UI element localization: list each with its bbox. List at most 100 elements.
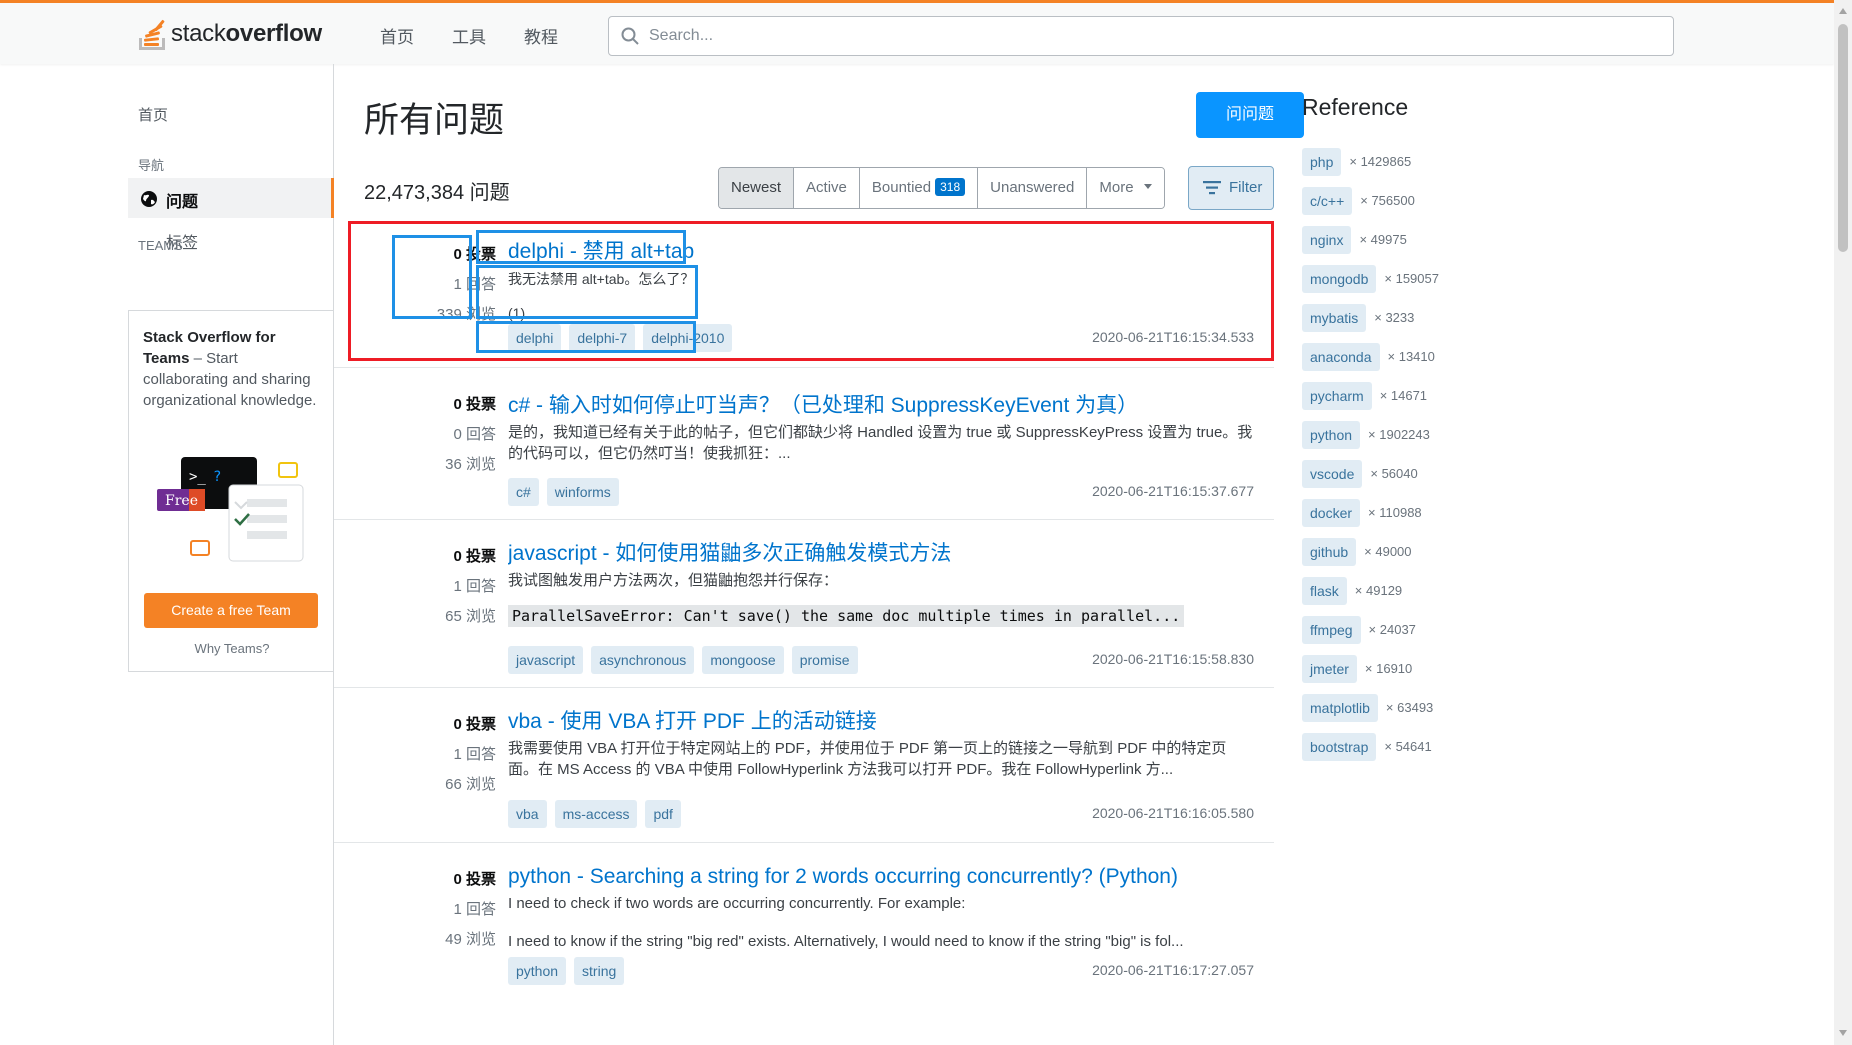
scroll-down-icon[interactable] bbox=[1839, 1030, 1847, 1036]
tag-delphi-2010[interactable]: delphi-2010 bbox=[643, 324, 733, 352]
search-icon bbox=[621, 27, 639, 45]
reference-tag[interactable]: mybatis bbox=[1302, 304, 1367, 332]
tag-count: × 13410 bbox=[1387, 349, 1435, 364]
tag-winforms[interactable]: winforms bbox=[546, 478, 619, 506]
stackoverflow-logo[interactable]: stackoverflow bbox=[137, 15, 322, 53]
question-title-link[interactable]: vba - 使用 VBA 打开 PDF 上的活动链接 bbox=[508, 708, 1254, 736]
question-summary: 0 投票 1 回答 66 浏览 vba - 使用 VBA 打开 PDF 上的活动… bbox=[334, 687, 1274, 842]
reference-tag[interactable]: nginx bbox=[1302, 226, 1352, 254]
tab-newest[interactable]: Newest bbox=[719, 168, 795, 208]
tag-javascript[interactable]: javascript bbox=[508, 646, 584, 674]
list-item: python × 1902243 bbox=[1302, 421, 1439, 460]
list-item: anaconda × 13410 bbox=[1302, 343, 1439, 382]
search-input[interactable] bbox=[649, 25, 1649, 47]
question-stats: 0 投票 1 回答 66 浏览 bbox=[414, 710, 496, 800]
reference-tag[interactable]: bootstrap bbox=[1302, 733, 1377, 761]
reference-tag[interactable]: jmeter bbox=[1302, 655, 1357, 683]
reference-tag[interactable]: pycharm bbox=[1302, 382, 1372, 410]
question-summary: 0 投票 1 回答 65 浏览 javascript - 如何使用猫鼬多次正确触… bbox=[334, 519, 1274, 687]
tag-delphi[interactable]: delphi bbox=[508, 324, 562, 352]
topnav-tools-link[interactable]: 工具 bbox=[452, 23, 486, 48]
reference-tag[interactable]: python bbox=[1302, 421, 1361, 449]
reference-tag[interactable]: matplotlib bbox=[1302, 694, 1378, 722]
view-count: 339 浏览 bbox=[436, 306, 496, 323]
tag-count: × 56040 bbox=[1370, 466, 1418, 481]
tag-mongoose[interactable]: mongoose bbox=[702, 646, 784, 674]
scrollbar-thumb[interactable] bbox=[1838, 24, 1848, 252]
globe-icon bbox=[141, 191, 157, 207]
sidebar-item-questions[interactable]: 问题 bbox=[128, 178, 334, 218]
tag-ms-access[interactable]: ms-access bbox=[554, 800, 638, 828]
list-item: mybatis × 3233 bbox=[1302, 304, 1439, 343]
question-title-link[interactable]: delphi - 禁用 alt+tab bbox=[508, 238, 1254, 266]
list-item: pycharm × 14671 bbox=[1302, 382, 1439, 421]
reference-tag[interactable]: ffmpeg bbox=[1302, 616, 1361, 644]
tab-bountied[interactable]: Bountied 318 bbox=[859, 168, 979, 208]
reference-tag[interactable]: docker bbox=[1302, 499, 1361, 527]
question-title-link[interactable]: python - Searching a string for 2 words … bbox=[508, 863, 1254, 891]
create-free-team-button[interactable]: Create a free Team bbox=[144, 593, 318, 628]
tab-unanswered[interactable]: Unanswered bbox=[978, 168, 1088, 208]
reference-tag[interactable]: anaconda bbox=[1302, 343, 1380, 371]
list-item: bootstrap × 54641 bbox=[1302, 733, 1439, 772]
tag-pdf[interactable]: pdf bbox=[645, 800, 681, 828]
tag-vba[interactable]: vba bbox=[508, 800, 547, 828]
reference-tag[interactable]: github bbox=[1302, 538, 1357, 566]
svg-text:>_: >_ bbox=[189, 469, 206, 485]
why-teams-link[interactable]: Why Teams? bbox=[129, 641, 335, 656]
question-excerpt: 我试图触发用户方法两次，但猫鼬抱怨并行保存： bbox=[508, 572, 839, 589]
tag-csharp[interactable]: c# bbox=[508, 478, 539, 506]
left-sidebar: 首页 导航 问题 标签 TEAMS Stack Overflow for Tea… bbox=[128, 64, 334, 1045]
svg-text:?: ? bbox=[213, 469, 221, 485]
tab-more[interactable]: More bbox=[1087, 168, 1164, 208]
list-item: mongodb × 159057 bbox=[1302, 265, 1439, 304]
tag-count: × 1902243 bbox=[1368, 427, 1430, 442]
list-item: docker × 110988 bbox=[1302, 499, 1439, 538]
question-tags: python string bbox=[508, 957, 632, 985]
page-title: 所有问题 bbox=[364, 101, 505, 140]
teams-illustration: >_ ? Free bbox=[151, 455, 307, 571]
topnav-home-link[interactable]: 首页 bbox=[380, 23, 414, 48]
vote-count: 0 投票 bbox=[453, 246, 496, 263]
question-count: 22,473,384 问题 bbox=[364, 182, 510, 204]
question-tags: delphi delphi-7 delphi-2010 bbox=[508, 324, 740, 352]
tab-active[interactable]: Active bbox=[794, 168, 860, 208]
list-item: flask × 49129 bbox=[1302, 577, 1439, 616]
tag-python[interactable]: python bbox=[508, 957, 567, 985]
reference-tag[interactable]: flask bbox=[1302, 577, 1347, 605]
top-bar: stackoverflow 首页 工具 教程 bbox=[0, 0, 1834, 64]
answer-count: 1 回答 bbox=[453, 901, 496, 918]
answer-count: 1 回答 bbox=[453, 746, 496, 763]
reference-tag[interactable]: php bbox=[1302, 148, 1342, 176]
reference-tag[interactable]: vscode bbox=[1302, 460, 1363, 488]
tag-asynchronous[interactable]: asynchronous bbox=[591, 646, 695, 674]
sidebar-item-home[interactable]: 首页 bbox=[138, 104, 168, 125]
reference-tag[interactable]: c/c++ bbox=[1302, 187, 1353, 215]
topnav-tutorials-link[interactable]: 教程 bbox=[524, 23, 558, 48]
scroll-up-icon[interactable] bbox=[1839, 8, 1847, 14]
question-tags: javascript asynchronous mongoose promise bbox=[508, 646, 866, 674]
question-title-link[interactable]: c# - 输入时如何停止叮当声？（已处理和 SuppressKeyEvent 为… bbox=[508, 392, 1254, 420]
tag-string[interactable]: string bbox=[574, 957, 625, 985]
question-excerpt: I need to check if two words are occurri… bbox=[508, 895, 1184, 950]
question-title-link[interactable]: javascript - 如何使用猫鼬多次正确触发模式方法 bbox=[508, 540, 1254, 568]
search-box[interactable] bbox=[608, 16, 1674, 56]
reference-tag[interactable]: mongodb bbox=[1302, 265, 1377, 293]
list-item: vscode × 56040 bbox=[1302, 460, 1439, 499]
page-scrollbar[interactable] bbox=[1834, 0, 1852, 1045]
question-tags: vba ms-access pdf bbox=[508, 800, 689, 828]
question-list: 0 投票 1 回答 339 浏览 delphi - 禁用 alt+tab 我无法… bbox=[334, 221, 1274, 1002]
tag-count: × 24037 bbox=[1368, 622, 1416, 637]
filter-button[interactable]: Filter bbox=[1188, 166, 1274, 210]
sidebar-section-teams: TEAMS bbox=[138, 238, 183, 253]
tag-promise[interactable]: promise bbox=[791, 646, 858, 674]
list-item: matplotlib × 63493 bbox=[1302, 694, 1439, 733]
question-excerpt: 是的，我知道已经有关于此的帖子，但它们都缺少将 Handled 设置为 true… bbox=[508, 424, 1253, 462]
question-stats: 0 投票 0 回答 36 浏览 bbox=[414, 390, 496, 480]
tag-count: × 49000 bbox=[1364, 544, 1412, 559]
ask-question-button[interactable]: 问问题 bbox=[1196, 92, 1304, 138]
tag-count: × 14671 bbox=[1379, 388, 1428, 403]
list-item: c/c++ × 756500 bbox=[1302, 187, 1439, 226]
tag-delphi-7[interactable]: delphi-7 bbox=[569, 324, 636, 352]
sidebar-section-nav: 导航 bbox=[138, 158, 165, 173]
